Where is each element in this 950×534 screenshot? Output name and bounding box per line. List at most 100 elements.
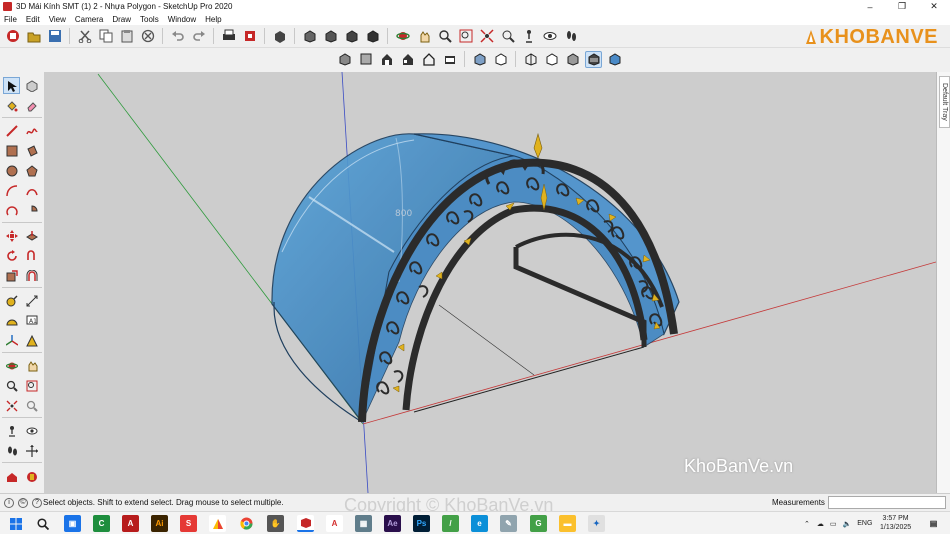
walk-tool-icon[interactable] bbox=[3, 442, 20, 459]
colorful-app-icon[interactable] bbox=[209, 515, 226, 532]
measurements-input[interactable] bbox=[828, 496, 946, 509]
copy-icon[interactable] bbox=[97, 28, 114, 45]
protractor-icon[interactable] bbox=[3, 312, 20, 329]
views-top-icon[interactable] bbox=[322, 28, 339, 45]
edge-icon[interactable]: e bbox=[471, 515, 488, 532]
acrobat-icon[interactable]: A bbox=[326, 515, 343, 532]
back-view-icon[interactable] bbox=[420, 51, 437, 68]
push-pull-icon[interactable] bbox=[23, 227, 40, 244]
tool-app-icon[interactable]: ✋ bbox=[267, 515, 284, 532]
warehouse-icon[interactable] bbox=[3, 468, 20, 485]
front-view-icon[interactable] bbox=[378, 51, 395, 68]
save-icon[interactable] bbox=[46, 28, 63, 45]
after-effects-icon[interactable]: Ae bbox=[384, 515, 401, 532]
extension-icon[interactable] bbox=[23, 468, 40, 485]
orbit-tool-icon[interactable] bbox=[3, 357, 20, 374]
sketchup-taskbar-icon[interactable] bbox=[297, 515, 314, 532]
back-edges-style-icon[interactable] bbox=[492, 51, 509, 68]
close-button[interactable]: ✕ bbox=[918, 0, 950, 13]
right-view-icon[interactable] bbox=[399, 51, 416, 68]
rectangle-tool-icon[interactable] bbox=[3, 142, 20, 159]
default-tray-label[interactable]: Default Tray bbox=[939, 76, 950, 128]
zoom-window-tool-icon[interactable] bbox=[23, 377, 40, 394]
zoom-extents-tool-icon[interactable] bbox=[3, 397, 20, 414]
zoom-tool-icon[interactable] bbox=[3, 377, 20, 394]
model-info-icon[interactable] bbox=[241, 28, 258, 45]
zoom-window-icon[interactable] bbox=[457, 28, 474, 45]
new-icon[interactable] bbox=[4, 28, 21, 45]
notification-icon[interactable]: ▤ bbox=[925, 515, 942, 532]
sw-app-icon[interactable]: S bbox=[180, 515, 197, 532]
text-tool-icon[interactable]: A1 bbox=[23, 312, 40, 329]
chrome-icon[interactable] bbox=[238, 515, 255, 532]
taskbar-clock[interactable]: 3:57 PM 1/13/2025 bbox=[880, 514, 911, 532]
iso-view-icon[interactable] bbox=[336, 51, 353, 68]
views-iso-icon[interactable] bbox=[301, 28, 318, 45]
look-around-icon[interactable] bbox=[541, 28, 558, 45]
make-component-icon[interactable] bbox=[271, 28, 288, 45]
circle-tool-icon[interactable] bbox=[3, 162, 20, 179]
select-tool-icon[interactable] bbox=[3, 77, 20, 94]
illustrator-icon[interactable]: Ai bbox=[151, 515, 168, 532]
3d-text-icon[interactable] bbox=[23, 332, 40, 349]
pen2-app-icon[interactable]: ✎ bbox=[500, 515, 517, 532]
monochrome-style-icon[interactable] bbox=[606, 51, 623, 68]
line-tool-icon[interactable] bbox=[3, 122, 20, 139]
make-component-tool-icon[interactable] bbox=[23, 77, 40, 94]
left-view-icon[interactable] bbox=[441, 51, 458, 68]
menu-file[interactable]: File bbox=[0, 15, 22, 24]
menu-tools[interactable]: Tools bbox=[136, 15, 164, 24]
print-icon[interactable] bbox=[220, 28, 237, 45]
pan-tool-icon[interactable] bbox=[23, 357, 40, 374]
menu-help[interactable]: Help bbox=[201, 15, 226, 24]
minimize-button[interactable]: – bbox=[854, 0, 886, 13]
rotate-tool-icon[interactable] bbox=[3, 247, 20, 264]
autocad-icon[interactable]: A bbox=[122, 515, 139, 532]
search-icon[interactable] bbox=[34, 515, 51, 532]
language-indicator[interactable]: ENG bbox=[857, 520, 872, 527]
three-point-arc-icon[interactable] bbox=[3, 202, 20, 219]
pan-icon[interactable] bbox=[415, 28, 432, 45]
previous-tool-icon[interactable] bbox=[23, 397, 40, 414]
network-icon[interactable]: ▭ bbox=[830, 520, 837, 528]
axes-tool-icon[interactable] bbox=[3, 332, 20, 349]
look-around-tool-icon[interactable] bbox=[23, 422, 40, 439]
menu-window[interactable]: Window bbox=[164, 15, 201, 24]
instructor-icon[interactable]: ? bbox=[32, 497, 42, 508]
position-camera-icon[interactable] bbox=[520, 28, 537, 45]
file-explorer-icon[interactable]: ▬ bbox=[559, 515, 576, 532]
menu-draw[interactable]: Draw bbox=[108, 15, 136, 24]
arc-tool-icon[interactable] bbox=[3, 182, 20, 199]
two-point-arc-icon[interactable] bbox=[23, 182, 40, 199]
dimension-tool-icon[interactable] bbox=[23, 292, 40, 309]
views-front-icon[interactable] bbox=[343, 28, 360, 45]
orbit-icon[interactable] bbox=[394, 28, 411, 45]
scale-tool-icon[interactable] bbox=[3, 267, 20, 284]
chevron-up-icon[interactable]: ⌃ bbox=[804, 520, 810, 528]
wireframe-style-icon[interactable] bbox=[522, 51, 539, 68]
eraser-icon[interactable] bbox=[23, 97, 40, 114]
green-circle-app-icon[interactable]: G bbox=[530, 515, 547, 532]
freehand-tool-icon[interactable] bbox=[23, 122, 40, 139]
undo-icon[interactable] bbox=[169, 28, 186, 45]
shaded-style-icon[interactable] bbox=[564, 51, 581, 68]
files-app-icon[interactable]: ▦ bbox=[355, 515, 372, 532]
menu-view[interactable]: View bbox=[45, 15, 71, 24]
geo-location-icon[interactable]: i bbox=[4, 497, 14, 508]
pie-tool-icon[interactable] bbox=[23, 202, 40, 219]
paste-icon[interactable] bbox=[118, 28, 135, 45]
top-view-icon[interactable] bbox=[357, 51, 374, 68]
menu-camera[interactable]: Camera bbox=[71, 15, 108, 24]
modeling-viewport[interactable]: 800 KhoBanVe.vn bbox=[44, 72, 936, 493]
photos-icon[interactable]: ▣ bbox=[64, 515, 81, 532]
walk-icon[interactable] bbox=[562, 28, 579, 45]
xray-style-icon[interactable] bbox=[471, 51, 488, 68]
rotated-rectangle-icon[interactable] bbox=[23, 142, 40, 159]
windows-start-icon[interactable] bbox=[7, 515, 24, 532]
offset-tool-icon[interactable] bbox=[23, 267, 40, 284]
zoom-extents-icon[interactable] bbox=[478, 28, 495, 45]
shaded-textures-style-icon[interactable] bbox=[585, 50, 602, 68]
previous-view-icon[interactable] bbox=[499, 28, 516, 45]
volume-icon[interactable]: 🔈 bbox=[843, 520, 852, 528]
tape-measure-icon[interactable] bbox=[3, 292, 20, 309]
